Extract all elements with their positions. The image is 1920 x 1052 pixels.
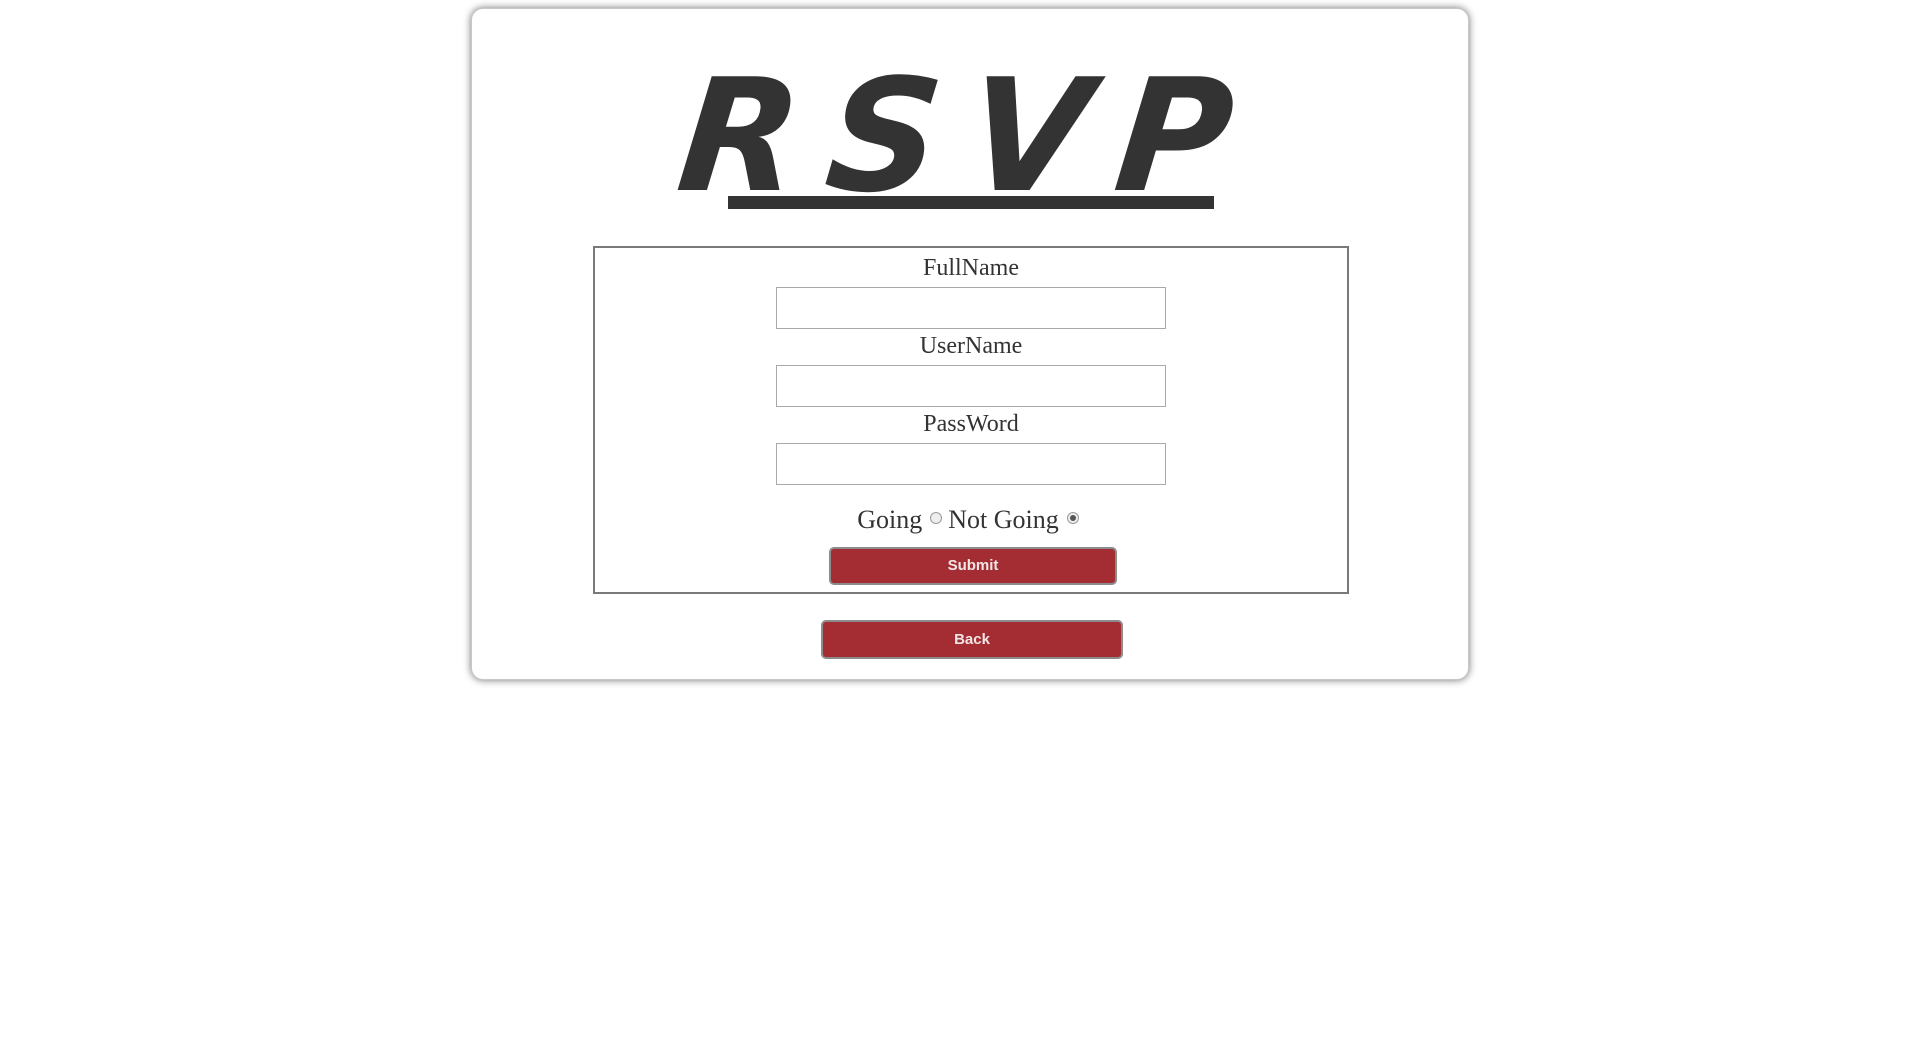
back-button[interactable]: Back xyxy=(821,620,1123,659)
going-label: Going xyxy=(857,505,923,535)
page-title: RSVP xyxy=(670,45,1270,227)
not-going-radio[interactable] xyxy=(1066,512,1079,525)
title-underline xyxy=(728,196,1214,209)
submit-button[interactable]: Submit xyxy=(829,547,1117,585)
fullname-input[interactable] xyxy=(776,287,1166,329)
title-wrap: RSVP xyxy=(472,45,1468,227)
rsvp-card: RSVP FullName UserName PassWord Going Not… xyxy=(471,8,1469,680)
attendance-radio-group: Going Not Going xyxy=(595,503,1347,535)
password-label: PassWord xyxy=(923,411,1019,437)
fullname-label: FullName xyxy=(923,255,1019,281)
username-input[interactable] xyxy=(776,365,1166,407)
not-going-label: Not Going xyxy=(948,505,1059,535)
username-label: UserName xyxy=(919,333,1023,359)
password-input[interactable] xyxy=(776,443,1166,485)
rsvp-form: FullName UserName PassWord Going Not Goin… xyxy=(593,246,1349,594)
going-radio[interactable] xyxy=(930,512,943,525)
